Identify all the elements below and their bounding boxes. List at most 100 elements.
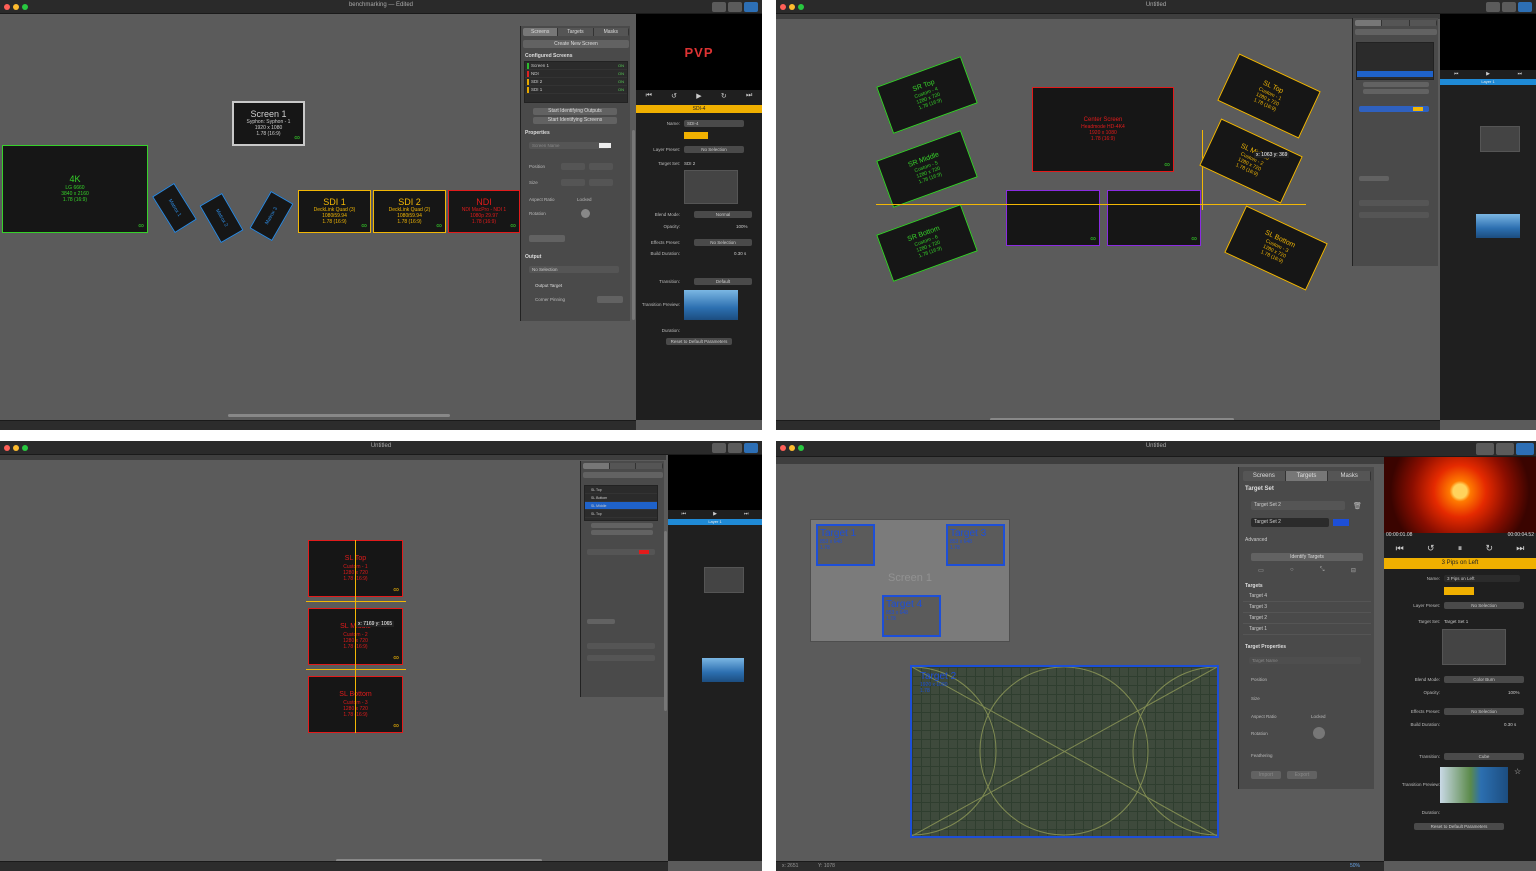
advanced-disclosure[interactable]: Advanced bbox=[1245, 537, 1267, 543]
identify-screens-button[interactable] bbox=[1363, 89, 1429, 94]
corner-pinning-checkbox[interactable]: Corner Pinning bbox=[535, 297, 565, 302]
screen-sr-top[interactable]: SR Top Custom - 4 1280 x 720 1.78 (16:9) bbox=[876, 56, 978, 134]
rectangle-tool-icon[interactable]: ▭ bbox=[1258, 567, 1264, 575]
tab-screens[interactable] bbox=[583, 463, 610, 469]
name-field[interactable] bbox=[1359, 212, 1429, 218]
tab-targets[interactable]: Targets bbox=[558, 28, 594, 36]
build-duration-value[interactable]: 0.30 s bbox=[734, 251, 746, 256]
circle-tool-icon[interactable]: ○ bbox=[1290, 567, 1294, 575]
skip-back-icon[interactable]: ⏮ bbox=[1396, 543, 1404, 554]
list-item[interactable]: SDI 2 ON bbox=[525, 78, 627, 86]
identify-screens-button[interactable] bbox=[591, 530, 653, 535]
name-field[interactable]: 3 Pips on Left bbox=[1444, 575, 1520, 582]
reset-parameters-button[interactable]: Reset to Default Parameters bbox=[666, 338, 732, 345]
tab-masks[interactable] bbox=[1410, 20, 1437, 26]
toolbar-button-2[interactable] bbox=[728, 443, 742, 453]
target-3[interactable]: Target 3 853 x 648 1.78 bbox=[946, 524, 1005, 566]
toolbar-button-1[interactable] bbox=[1476, 443, 1494, 455]
size-height-field[interactable] bbox=[589, 179, 613, 186]
name-field[interactable]: SDI-4 bbox=[684, 120, 744, 127]
panel-scrollbar[interactable] bbox=[664, 531, 667, 711]
position-x-field[interactable] bbox=[561, 163, 585, 170]
target-set-select[interactable]: Target Set 2 bbox=[1251, 501, 1345, 510]
identify-screens-button[interactable]: Start Identifying Screens bbox=[533, 117, 617, 124]
output-select[interactable]: No Selection bbox=[529, 266, 619, 273]
skip-back-icon[interactable]: ⏮ bbox=[1454, 71, 1459, 77]
tab-masks[interactable]: Masks bbox=[1328, 471, 1371, 481]
tab-masks[interactable] bbox=[636, 463, 663, 469]
screen-center[interactable]: Center Screen Headmode HD-4K4 1920 x 108… bbox=[1032, 87, 1174, 172]
output-select[interactable] bbox=[1359, 200, 1429, 206]
target-set-value[interactable]: Target Set 1 bbox=[1444, 619, 1468, 624]
list-item[interactable]: SL Bottom bbox=[585, 494, 657, 502]
delete-tool-icon[interactable]: ⊟ bbox=[1351, 567, 1356, 575]
skip-forward-icon[interactable]: ⏭ bbox=[1516, 543, 1524, 554]
skip-back-icon[interactable]: ⏮ bbox=[682, 511, 687, 517]
layer-preset-select[interactable]: No Selection bbox=[684, 146, 744, 153]
output-select[interactable] bbox=[587, 643, 655, 649]
effects-preset-select[interactable]: No Selection bbox=[694, 239, 752, 246]
play-icon[interactable]: ▶ bbox=[1486, 71, 1490, 77]
blend-mode-select[interactable]: Normal bbox=[694, 211, 752, 218]
create-screen-button[interactable] bbox=[1355, 29, 1437, 35]
toolbar-button-3[interactable] bbox=[744, 443, 758, 453]
identify-outputs-button[interactable] bbox=[1363, 82, 1429, 87]
tab-targets[interactable] bbox=[1382, 20, 1410, 26]
list-item[interactable]: SL Top bbox=[585, 510, 657, 518]
export-button[interactable]: Export bbox=[1287, 771, 1317, 779]
blend-mode-select[interactable]: Color Burn bbox=[1444, 676, 1524, 683]
loop-icon[interactable]: ↻ bbox=[721, 92, 727, 100]
reset-parameters-button[interactable]: Reset to Default Parameters bbox=[1414, 823, 1504, 830]
list-item[interactable]: Screen 1 ON bbox=[525, 62, 627, 70]
tab-targets[interactable] bbox=[610, 463, 637, 469]
screen-ndi[interactable]: NDI NDI MacPro - NDI 1 1080p 29.97 1.78 … bbox=[448, 190, 520, 233]
list-item-selected[interactable]: SL Middle bbox=[585, 502, 657, 510]
target-name-input[interactable]: Target Name bbox=[1249, 657, 1361, 664]
screen-matrox-1[interactable]: Matrox 1 bbox=[152, 182, 197, 234]
opacity-value[interactable]: 100% bbox=[1508, 690, 1520, 695]
toolbar-button-2[interactable] bbox=[1496, 443, 1514, 455]
skip-forward-icon[interactable]: ⏭ bbox=[746, 92, 752, 100]
tab-masks[interactable]: Masks bbox=[594, 28, 629, 36]
zoom-level[interactable]: 50% bbox=[1350, 863, 1360, 869]
screen-sl-bottom[interactable]: SL Bottom Custom - 3 1280 x 720 1.78 (16… bbox=[1224, 205, 1328, 291]
rewind-icon[interactable]: ↺ bbox=[671, 92, 677, 100]
screen-purple-right[interactable]: ∞ bbox=[1107, 190, 1201, 246]
screen-purple-left[interactable]: ∞ bbox=[1006, 190, 1100, 246]
transform-tool-icon[interactable]: ⤡ bbox=[1320, 567, 1325, 575]
target-set-name-field[interactable]: Target Set 2 bbox=[1251, 518, 1329, 527]
tab-targets[interactable]: Targets bbox=[1285, 471, 1329, 481]
import-button[interactable]: Import bbox=[1251, 771, 1281, 779]
play-icon[interactable]: ▶ bbox=[713, 511, 717, 517]
aspect-locked-checkbox[interactable]: Locked bbox=[1311, 714, 1326, 719]
play-icon[interactable]: ▶ bbox=[696, 92, 701, 100]
create-screen-button[interactable]: Create New Screen bbox=[523, 40, 629, 48]
favorite-star-icon[interactable]: ☆ bbox=[1514, 767, 1521, 776]
canvas-hscrollbar[interactable] bbox=[228, 414, 450, 417]
aspect-locked-checkbox[interactable]: Locked bbox=[577, 197, 592, 202]
screen-name-input[interactable]: Screen Name bbox=[529, 142, 609, 149]
toolbar-button-2[interactable] bbox=[728, 2, 742, 12]
screen-sr-middle[interactable]: SR Middle Custom - 5 1280 x 720 1.78 (16… bbox=[876, 130, 978, 208]
list-item[interactable]: Target 1 bbox=[1243, 624, 1371, 635]
screen-matrox-2[interactable]: Matrox 2 bbox=[199, 192, 244, 244]
target-2[interactable]: Target 2 1920 x 1080 1.78 bbox=[910, 665, 1219, 838]
skip-forward-icon[interactable]: ⏭ bbox=[744, 511, 749, 517]
toolbar-button-2[interactable] bbox=[1502, 2, 1516, 12]
target-set-color-swatch[interactable] bbox=[1333, 519, 1349, 526]
toolbar-button-1[interactable] bbox=[712, 2, 726, 12]
position-y-field[interactable] bbox=[589, 163, 613, 170]
target-4[interactable]: Target 4 853 x 648 1.78 bbox=[882, 595, 941, 637]
opacity-value[interactable]: 100% bbox=[736, 224, 748, 229]
identify-outputs-button[interactable] bbox=[591, 523, 653, 528]
list-item[interactable]: Target 3 bbox=[1243, 602, 1371, 613]
toolbar-button-3[interactable] bbox=[1516, 443, 1534, 455]
screen-sdi-2[interactable]: SDI 2 DeckLink Quad (2) 1080i59.94 1.78 … bbox=[373, 190, 446, 233]
layer-color-swatch[interactable] bbox=[1444, 587, 1474, 595]
target-1[interactable]: Target 1 853 x 648 1.78 bbox=[816, 524, 875, 566]
name-field[interactable] bbox=[587, 655, 655, 661]
rewind-icon[interactable]: ↺ bbox=[1427, 543, 1435, 554]
transition-select[interactable]: Default bbox=[694, 278, 752, 285]
color-swatch[interactable] bbox=[599, 143, 611, 148]
list-item[interactable]: NDI ON bbox=[525, 70, 627, 78]
